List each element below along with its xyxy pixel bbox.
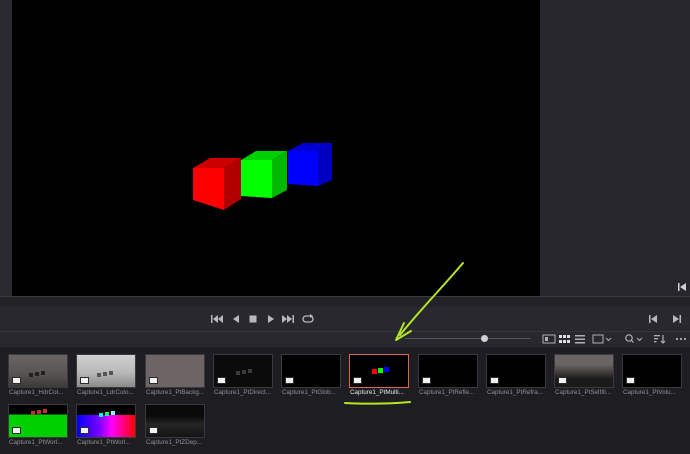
clip-label: Capture1_PtZDep... (146, 439, 203, 446)
clip-capture1-ptrefract[interactable]: Capture1_PtRefra... (486, 354, 546, 400)
clip-label: Capture1_PtSelfIll... (555, 389, 612, 396)
play-icon[interactable] (264, 312, 278, 326)
image-sequence-icon (626, 377, 635, 384)
sort-icon[interactable] (652, 333, 666, 345)
next-frame-icon[interactable] (670, 312, 684, 326)
clip-label: Capture1_PtWorl... (9, 439, 63, 446)
image-sequence-icon (558, 377, 567, 384)
clip-label: Capture1_LdrColo... (77, 389, 134, 396)
go-to-start-icon[interactable] (210, 312, 224, 326)
go-to-last-frame-icon[interactable] (676, 281, 688, 293)
viewer[interactable] (12, 0, 540, 296)
transport-bar (0, 307, 690, 333)
clip-label: Capture1_PtGlob... (282, 389, 336, 396)
clip-thumbnail[interactable] (145, 404, 205, 438)
clip-capture1-ptreflect[interactable]: Capture1_PtRefle... (418, 354, 478, 400)
clip-thumbnail[interactable] (281, 354, 341, 388)
metadata-view-icon[interactable] (542, 333, 556, 345)
viewer-frame (193, 143, 332, 210)
clip-capture1-ptselfillum[interactable]: Capture1_PtSelfIll... (554, 354, 614, 400)
thumbnail-zoom-slider[interactable] (405, 338, 531, 339)
clip-capture1-ptmulti[interactable]: Capture1_PtMulti... (349, 354, 409, 400)
blue-cube (288, 143, 332, 186)
clip-thumbnail[interactable] (486, 354, 546, 388)
clip-thumbnail[interactable] (76, 404, 136, 438)
green-cube (241, 151, 287, 198)
image-sequence-icon (80, 427, 89, 434)
clip-thumbnail[interactable] (76, 354, 136, 388)
right-panel (540, 0, 690, 296)
image-sequence-icon (422, 377, 431, 384)
image-sequence-icon (353, 377, 362, 384)
image-sequence-icon (149, 427, 158, 434)
clip-thumbnail[interactable] (349, 354, 409, 388)
more-options-icon[interactable] (674, 333, 688, 345)
clip-label: Capture1_PtMulti... (350, 389, 404, 396)
clip-capture1-ptworldnormal[interactable]: Capture1_PtWorl... (8, 404, 68, 450)
clip-label: Capture1_PtVolu... (623, 389, 676, 396)
clip-thumbnail[interactable] (418, 354, 478, 388)
clip-capture1-ptvolume[interactable]: Capture1_PtVolu... (622, 354, 682, 400)
left-panel-strip (0, 0, 12, 296)
clip-capture1-ptworldpos[interactable]: Capture1_PtWorl... (76, 404, 136, 450)
clip-thumbnail[interactable] (554, 354, 614, 388)
loop-icon[interactable] (301, 312, 315, 326)
clip-thumbnail[interactable] (145, 354, 205, 388)
clip-capture1-ptzdepth[interactable]: Capture1_PtZDep... (145, 404, 205, 450)
search-icon[interactable] (623, 333, 645, 345)
clip-capture1-ldrcolor[interactable]: Capture1_LdrColo... (76, 354, 136, 400)
clip-label: Capture1_HdrCol... (9, 389, 64, 396)
sort-layout-dropdown-icon[interactable] (591, 333, 615, 345)
clip-capture1-ptdirect[interactable]: Capture1_PtDirect... (213, 354, 273, 400)
clip-thumbnail[interactable] (8, 354, 68, 388)
clip-label: Capture1_PtDirect... (214, 389, 272, 396)
play-reverse-icon[interactable] (229, 312, 243, 326)
clip-capture1-ptglobal[interactable]: Capture1_PtGlob... (281, 354, 341, 400)
clip-label: Capture1_PtBackg... (146, 389, 205, 396)
clip-capture1-hdrcolor[interactable]: Capture1_HdrCol... (8, 354, 68, 400)
image-sequence-icon (12, 427, 21, 434)
image-sequence-icon (149, 377, 158, 384)
clip-label: Capture1_PtRefra... (487, 389, 544, 396)
image-sequence-icon (217, 377, 226, 384)
clip-label: Capture1_PtRefle... (419, 389, 475, 396)
clip-label: Capture1_PtWorl... (77, 439, 131, 446)
image-sequence-icon (80, 377, 89, 384)
clip-thumbnail[interactable] (622, 354, 682, 388)
thumbnail-zoom-slider-knob[interactable] (481, 335, 488, 342)
list-view-icon[interactable] (573, 333, 587, 345)
image-sequence-icon (490, 377, 499, 384)
stop-icon[interactable] (246, 312, 260, 326)
go-to-end-icon[interactable] (281, 312, 295, 326)
clip-thumbnail[interactable] (8, 404, 68, 438)
clip-capture1-ptbackground[interactable]: Capture1_PtBackg... (145, 354, 205, 400)
previous-frame-icon[interactable] (646, 312, 660, 326)
red-cube (193, 158, 241, 210)
image-sequence-icon (12, 377, 21, 384)
image-sequence-icon (285, 377, 294, 384)
thumbnail-view-icon[interactable] (557, 333, 571, 345)
clip-thumbnail[interactable] (213, 354, 273, 388)
